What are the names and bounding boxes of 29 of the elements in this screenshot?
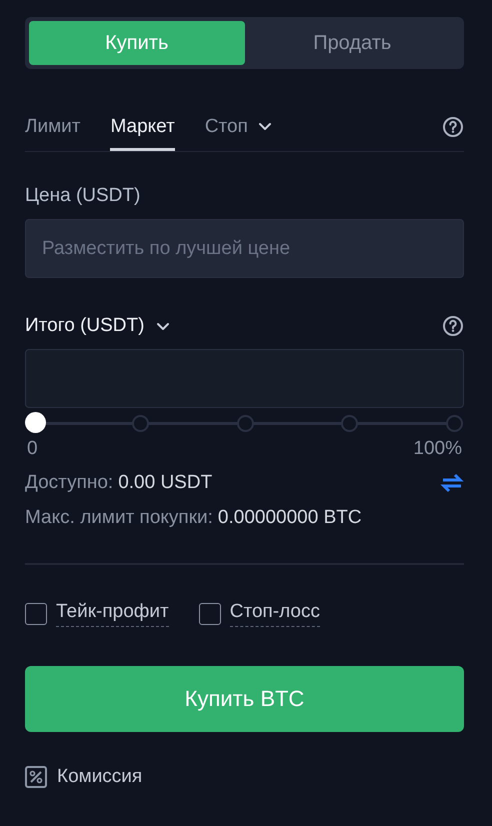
total-field[interactable] bbox=[25, 349, 464, 408]
checkbox-label[interactable]: Стоп-лосс bbox=[230, 601, 320, 627]
fee-link[interactable]: Комиссия bbox=[57, 766, 142, 788]
slider-min-label: 0 bbox=[27, 438, 38, 460]
percent-icon bbox=[25, 766, 47, 788]
total-dropdown[interactable]: Итого (USDT) bbox=[25, 315, 170, 337]
order-tab[interactable]: Стоп bbox=[204, 102, 272, 151]
available-label: Доступно: bbox=[25, 472, 114, 494]
help-icon[interactable] bbox=[442, 116, 464, 138]
slider-max-label: 100% bbox=[413, 438, 462, 460]
chevron-down-icon bbox=[156, 322, 170, 330]
available-value: 0.00 USDT bbox=[118, 472, 212, 494]
max-buy-label: Макс. лимит покупки: bbox=[25, 507, 213, 529]
order-tab[interactable]: Лимит bbox=[25, 102, 80, 151]
side-tab[interactable]: Продать bbox=[244, 21, 460, 65]
checkbox-label[interactable]: Тейк-профит bbox=[56, 601, 169, 627]
slider-step-icon bbox=[236, 415, 254, 432]
checkbox[interactable] bbox=[25, 603, 47, 625]
slider-step-icon bbox=[341, 415, 358, 432]
help-icon[interactable] bbox=[442, 315, 464, 337]
order-tab[interactable]: Маркет bbox=[110, 102, 175, 151]
slider-step-icon bbox=[446, 415, 463, 432]
max-buy-value: 0.00000000 BTC bbox=[218, 507, 362, 529]
slider[interactable] bbox=[25, 413, 464, 434]
slider-step-icon bbox=[132, 415, 149, 432]
checkbox[interactable] bbox=[198, 603, 221, 625]
price-field[interactable]: Разместить по лучшей цене bbox=[25, 219, 464, 278]
field-label: Цена (USDT) bbox=[25, 185, 142, 207]
slider-thumb[interactable] bbox=[25, 412, 46, 433]
